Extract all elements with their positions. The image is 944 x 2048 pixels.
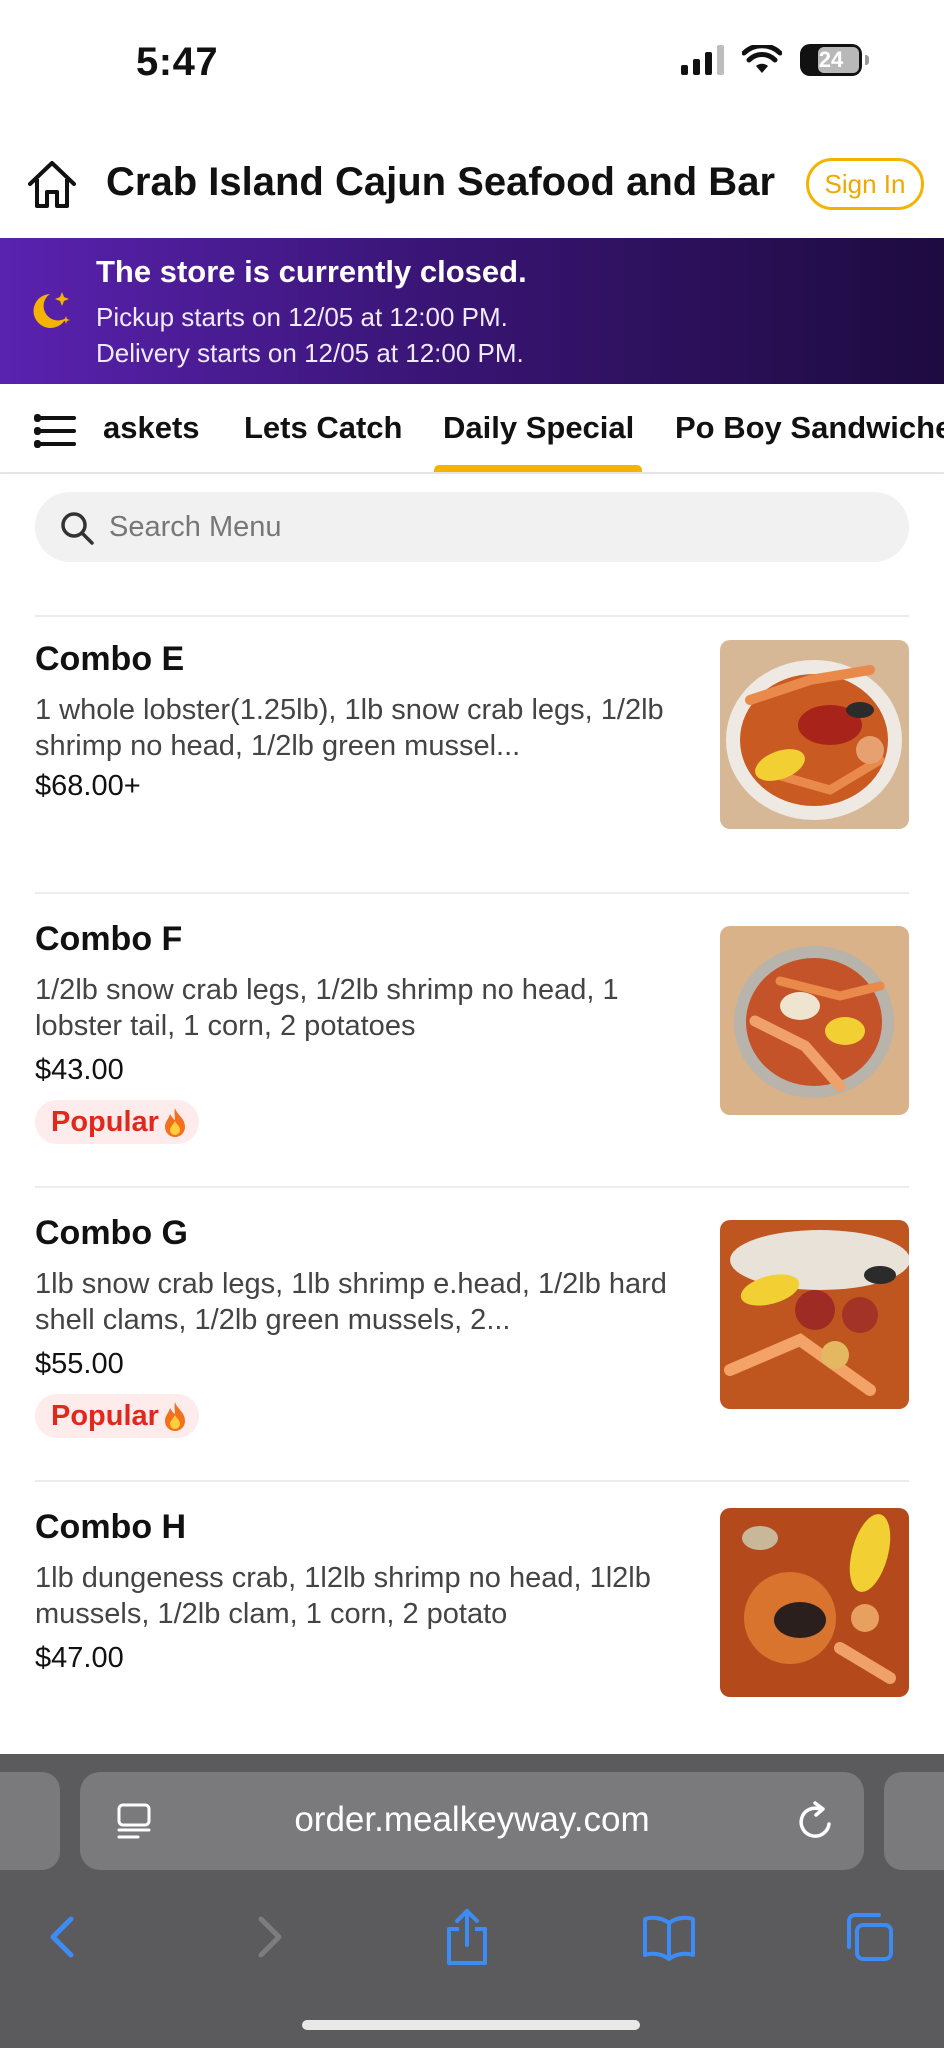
item-name: Combo H: [35, 1508, 187, 1546]
item-image: [720, 1220, 909, 1409]
home-icon[interactable]: [22, 154, 82, 214]
popular-label: Popular: [51, 1399, 159, 1432]
bookmarks-button[interactable]: [634, 1902, 704, 1972]
previous-tab-preview[interactable]: [0, 1772, 60, 1870]
flame-icon: [164, 1108, 185, 1137]
home-indicator[interactable]: [302, 2020, 640, 2030]
status-time: 5:47: [136, 40, 219, 84]
url-text[interactable]: order.mealkeyway.com: [80, 1800, 864, 1840]
item-description: 1lb snow crab legs, 1lb shrimp e.head, 1…: [35, 1268, 667, 1336]
moon-stars-icon: [33, 292, 70, 328]
divider: [35, 892, 909, 894]
item-price: $47.00: [35, 1642, 124, 1674]
popular-badge: Popular: [35, 1394, 199, 1438]
search-section: [0, 474, 944, 580]
browser-toolbar: order.mealkeyway.com: [0, 1754, 944, 2048]
forward-button[interactable]: [234, 1902, 304, 1972]
tabs-icon: [847, 1913, 893, 1961]
item-price: $55.00: [35, 1348, 124, 1380]
store-name: Crab Island Cajun Seafood and Bar: [106, 160, 776, 204]
pickup-time-text: Pickup starts on 12/05 at 12:00 PM.: [96, 302, 508, 332]
share-button[interactable]: [432, 1902, 502, 1972]
tab-po-boy-sandwiches[interactable]: Po Boy Sandwiche: [675, 410, 944, 446]
category-tab-bar: askets Lets Catch Daily Special Po Boy S…: [0, 384, 944, 474]
item-name: Combo G: [35, 1214, 188, 1252]
reload-icon[interactable]: [796, 1800, 836, 1842]
item-description: 1 whole lobster(1.25lb), 1lb snow crab l…: [35, 694, 664, 762]
address-bar[interactable]: order.mealkeyway.com: [80, 1772, 864, 1870]
book-icon: [643, 1915, 695, 1961]
cellular-signal-icon: [681, 45, 724, 75]
battery-icon: 24: [800, 44, 869, 76]
chevron-left-icon: [50, 1916, 74, 1958]
search-icon: [61, 512, 94, 545]
status-icons: 24: [681, 44, 869, 76]
menu-item-list: Combo E 1 whole lobster(1.25lb), 1lb sno…: [0, 580, 944, 1754]
item-image: [720, 926, 909, 1115]
back-button[interactable]: [28, 1902, 98, 1972]
next-tab-preview[interactable]: [884, 1772, 944, 1870]
menu-item-combo-f[interactable]: Combo F 1/2lb snow crab legs, 1/2lb shri…: [35, 920, 909, 1160]
popular-badge: Popular: [35, 1100, 199, 1144]
menu-item-combo-g[interactable]: Combo G 1lb snow crab legs, 1lb shrimp e…: [35, 1214, 909, 1454]
divider: [35, 1186, 909, 1188]
share-icon: [447, 1909, 487, 1965]
flame-icon: [164, 1402, 185, 1431]
closed-title: The store is currently closed.: [96, 254, 527, 289]
item-description: 1/2lb snow crab legs, 1/2lb shrimp no he…: [35, 974, 619, 1042]
item-name: Combo F: [35, 920, 183, 958]
battery-level: 24: [818, 47, 844, 72]
sign-in-button[interactable]: Sign In: [806, 158, 924, 210]
active-tab-indicator: [434, 465, 642, 472]
browser-nav-row: [0, 1902, 944, 1982]
divider: [35, 615, 909, 617]
menu-item-combo-h[interactable]: Combo H 1lb dungeness crab, 1l2lb shrimp…: [35, 1508, 909, 1728]
app-header: Crab Island Cajun Seafood and Bar Sign I…: [0, 130, 944, 238]
search-input[interactable]: [109, 492, 869, 562]
popular-label: Popular: [51, 1105, 159, 1138]
item-image: [720, 1508, 909, 1697]
item-price: $68.00+: [35, 770, 141, 802]
tab-daily-special[interactable]: Daily Special: [443, 410, 634, 446]
wifi-icon: [742, 45, 782, 73]
category-list-icon[interactable]: [34, 414, 76, 448]
store-closed-banner: The store is currently closed. Pickup st…: [0, 238, 944, 384]
chevron-right-icon: [258, 1916, 282, 1958]
divider: [35, 1480, 909, 1482]
search-box[interactable]: [35, 492, 909, 562]
item-description: 1lb dungeness crab, 1l2lb shrimp no head…: [35, 1562, 651, 1630]
item-image: [720, 640, 909, 829]
tab-baskets[interactable]: askets: [103, 410, 200, 446]
tabs-button[interactable]: [834, 1902, 904, 1972]
item-price: $43.00: [35, 1054, 124, 1086]
delivery-time-text: Delivery starts on 12/05 at 12:00 PM.: [96, 338, 524, 368]
status-bar: 5:47 24: [0, 0, 944, 130]
item-name: Combo E: [35, 640, 185, 678]
tab-lets-catch[interactable]: Lets Catch: [244, 410, 402, 446]
menu-item-combo-e[interactable]: Combo E 1 whole lobster(1.25lb), 1lb sno…: [35, 640, 909, 870]
